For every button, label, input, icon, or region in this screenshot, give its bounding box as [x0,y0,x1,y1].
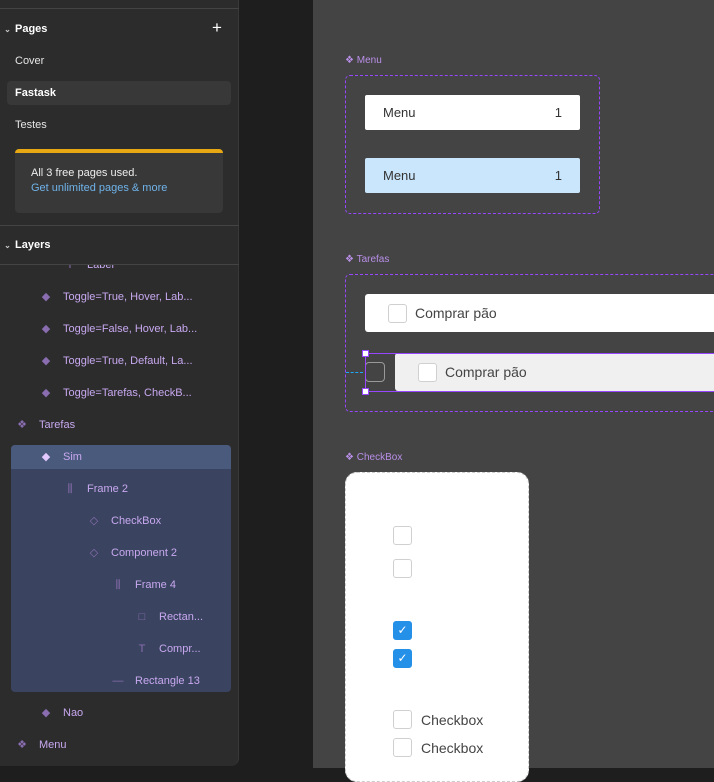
instance-outline-icon: ◇ [89,515,99,527]
layer-label: Menu [39,739,67,751]
chevron-down-icon: ⌄ [4,25,11,34]
auto-layout-icon: ⫼ [67,483,73,495]
checkbox[interactable] [393,559,412,578]
layer-item[interactable]: ⫼ Frame 2 [63,473,128,505]
component-instance-icon: ◆ [41,323,51,335]
layer-item[interactable]: ◆ Sim [39,441,82,473]
rectangle-icon: □ [138,611,146,623]
frame-label-menu[interactable]: ❖ Menu [345,55,382,66]
layers-list: T Label ◆ Toggle=True, Hover, Lab... ◆ Toggle… [0,265,239,765]
page-item-testes[interactable]: Testes [15,119,47,131]
auto-layout-icon: ⫼ [115,579,121,591]
checkbox-component-set[interactable] [345,472,529,782]
component-set-icon: ❖ [17,739,27,751]
component-instance-icon: ◆ [41,451,51,463]
layer-label: Rectan... [159,611,204,623]
layer-label: Toggle=True, Default, La... [63,355,193,367]
layer-item[interactable]: T Compr... [135,633,201,665]
layer-item[interactable]: ◆ Toggle=True, Hover, Lab... [39,281,193,313]
checkbox-checked[interactable]: ✓ [393,649,412,668]
component-instance-icon: ◆ [41,387,51,399]
layer-label: Rectangle 13 [135,675,200,687]
upgrade-notice: All 3 free pages used. Get unlimited pag… [15,149,223,213]
layer-item[interactable]: ◇ Component 2 [87,537,177,569]
chevron-down-icon: ⌄ [4,241,11,250]
layer-label: Label [87,265,114,271]
layer-item[interactable]: ◇ CheckBox [87,505,161,537]
layer-label: CheckBox [111,515,162,527]
layer-item[interactable]: ◆ Toggle=True, Default, La... [39,345,193,377]
upgrade-link[interactable]: Get unlimited pages & more [31,182,207,194]
layer-item[interactable]: □ Rectan... [135,601,203,633]
menu-button-active[interactable]: Menu 1 [365,158,580,193]
page-item-cover[interactable]: Cover [15,55,44,67]
selection-box[interactable] [365,353,714,392]
resize-handle[interactable] [362,388,369,395]
checkbox-label: Checkbox [421,740,484,756]
instance-outline-icon: ◇ [89,547,99,559]
notice-text: All 3 free pages used. [31,167,138,179]
layer-item[interactable]: ◆ Nao [39,697,83,729]
left-sidebar: ⌄ Pages + Cover Fastask Testes All 3 free… [0,0,239,766]
layer-item[interactable]: ❖ Menu [15,729,67,761]
layer-label: Sim [63,451,82,463]
text-icon: T [138,643,146,655]
checkbox[interactable] [388,304,407,323]
line-icon: — [112,675,124,687]
layer-label: Frame 2 [87,483,128,495]
layer-label: Toggle=True, Hover, Lab... [63,291,193,303]
layer-label: Tarefas [39,419,76,431]
divider [0,8,239,9]
canvas[interactable]: ❖ Menu Menu 1 Menu 1 ❖ Tarefas Comprar pão… [313,0,714,782]
frame-label-tarefas[interactable]: ❖ Tarefas [345,254,389,265]
layer-label: Frame 4 [135,579,176,591]
layer-label: Component 2 [111,547,178,559]
layer-label: Toggle=False, Hover, Lab... [63,323,198,335]
layer-label: Compr... [159,643,201,655]
layer-label: Toggle=Tarefas, CheckB... [63,387,192,399]
component-instance-icon: ◆ [41,707,51,719]
checkbox-label: Checkbox [421,712,484,728]
component-instance-icon: ◆ [41,355,51,367]
pages-header[interactable]: ⌄ Pages [0,23,47,35]
checkbox[interactable] [393,738,412,757]
layers-header[interactable]: ⌄ Layers [0,239,50,251]
layer-item[interactable]: ◆ Toggle=Tarefas, CheckB... [39,377,192,409]
layer-item[interactable]: ⫼ Frame 4 [111,569,176,601]
spacing-guide [346,372,363,373]
checkbox[interactable] [393,526,412,545]
divider [0,225,239,226]
page-item-fastask-label: Fastask [15,87,56,99]
layer-label: Nao [63,707,84,719]
component-instance-icon: ◆ [41,291,51,303]
component-set-icon: ❖ [17,419,27,431]
resize-handle[interactable] [362,350,369,357]
checkbox-checked[interactable]: ✓ [393,621,412,640]
text-icon: T [66,265,74,271]
frame-label-checkbox[interactable]: ❖ CheckBox [345,452,402,463]
menu-button[interactable]: Menu 1 [365,95,580,130]
plus-icon[interactable]: + [212,18,222,38]
checkbox[interactable] [393,710,412,729]
layer-item[interactable]: — Rectangle 13 [111,665,200,697]
layer-item[interactable]: T Label [63,265,114,281]
layer-item[interactable]: ❖ Tarefas [15,409,75,441]
task-row[interactable]: Comprar pão [365,294,714,332]
layer-item[interactable]: ◆ Toggle=False, Hover, Lab... [39,313,197,345]
